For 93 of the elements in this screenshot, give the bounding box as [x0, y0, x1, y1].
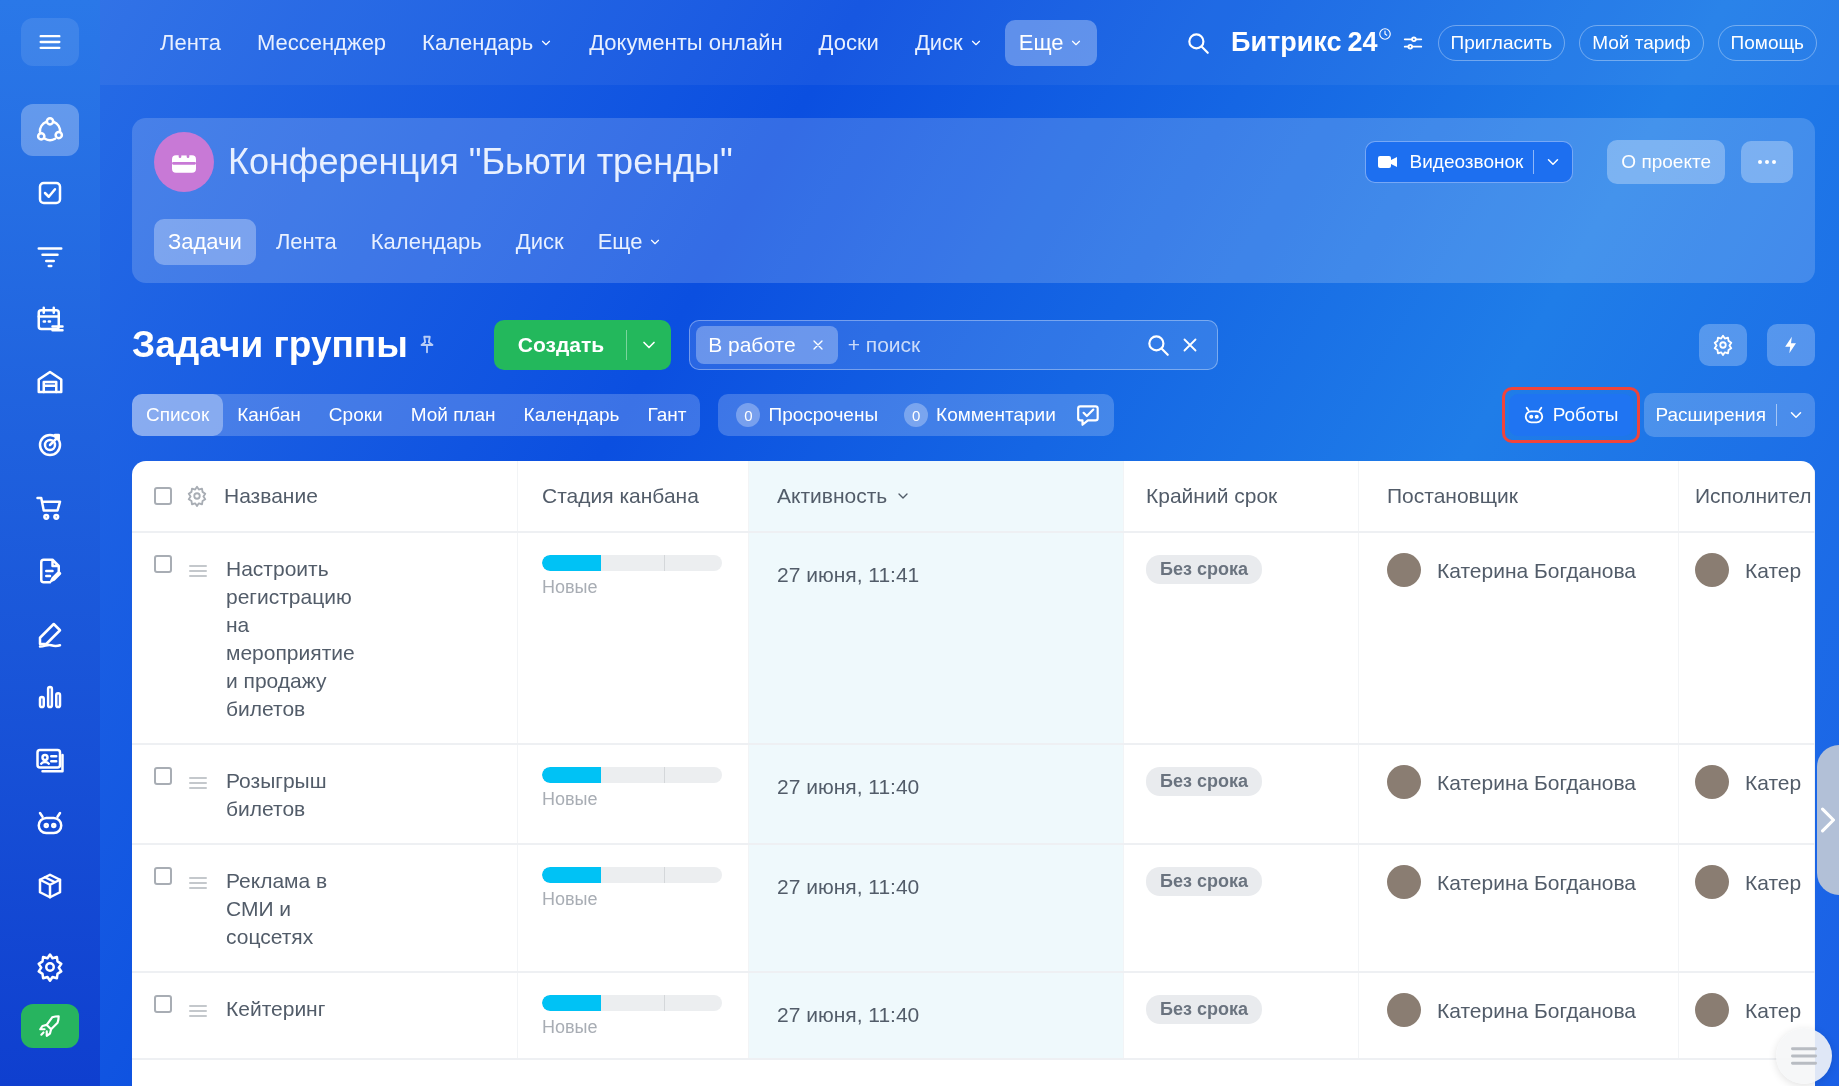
robot-icon — [1522, 404, 1545, 426]
filter-chip-label: В работе — [708, 333, 796, 357]
nav-item[interactable]: Лента — [146, 19, 235, 66]
calendar-icon — [35, 304, 65, 334]
avatar — [1387, 765, 1421, 799]
avatar — [1695, 865, 1729, 899]
clock-icon — [1377, 27, 1392, 41]
view-tab[interactable]: Гант — [633, 394, 701, 436]
creator-name[interactable]: Катерина Богданова — [1437, 771, 1637, 795]
assignee-name[interactable]: Катер — [1745, 871, 1802, 895]
column-header[interactable]: Постановщик — [1387, 484, 1518, 508]
activity-date: 27 июня, 11:40 — [777, 1003, 920, 1027]
avatar — [1387, 553, 1421, 587]
settings-icon — [35, 952, 65, 982]
avatar — [1695, 765, 1729, 799]
column-header[interactable]: Название — [224, 484, 318, 508]
task-title[interactable]: Настроить регистрацию на мероприятие и продажу билетов — [226, 555, 366, 723]
avatar — [1387, 993, 1421, 1027]
creator-name[interactable]: Катерина Богданова — [1437, 559, 1637, 583]
stage-label: Новые — [542, 1017, 598, 1038]
task-title[interactable]: Реклама в СМИ и соцсетях — [226, 867, 366, 951]
assignee-name[interactable]: Катер — [1745, 771, 1802, 795]
group-tab[interactable]: Диск — [501, 219, 578, 265]
deadline-badge: Без срока — [1146, 555, 1262, 584]
nav-item[interactable]: Еще — [1004, 19, 1098, 66]
row-checkbox[interactable] — [154, 995, 172, 1013]
counter-filter[interactable]: 0 Просрочены — [730, 403, 885, 427]
column-header[interactable]: Крайний срок — [1146, 484, 1278, 508]
video-call-button[interactable]: Видеозвонок — [1364, 141, 1574, 183]
column-header[interactable]: Стадия канбана — [542, 484, 699, 508]
view-tab[interactable]: Список — [132, 394, 224, 436]
robots-button[interactable]: Роботы — [1508, 394, 1633, 436]
column-header[interactable]: Активность — [777, 484, 888, 508]
select-all-checkbox[interactable] — [154, 487, 172, 505]
view-tab[interactable]: Мой план — [396, 394, 510, 436]
settings-icon — [1712, 334, 1734, 356]
group-tab[interactable]: Календарь — [356, 219, 496, 265]
assignee-name[interactable]: Катер — [1745, 999, 1802, 1023]
avatar — [1387, 865, 1421, 899]
nav-item[interactable]: Доски — [804, 19, 893, 66]
group-title: Конференция "Бьюти тренды" — [228, 141, 734, 183]
list-icon — [1791, 1046, 1817, 1066]
view-tab[interactable]: Канбан — [223, 394, 315, 436]
stage-label: Новые — [542, 577, 598, 598]
nav-item[interactable]: Календарь — [408, 19, 568, 66]
group-tab[interactable]: Еще — [583, 219, 677, 265]
menu-button[interactable] — [21, 18, 79, 66]
creator-name[interactable]: Катерина Богданова — [1437, 871, 1637, 895]
deadline-badge: Без срока — [1146, 867, 1262, 896]
column-header[interactable]: Исполнител — [1695, 484, 1812, 508]
group-tab[interactable]: Задачи — [154, 219, 256, 265]
row-checkbox[interactable] — [154, 867, 172, 885]
stage-label: Новые — [542, 789, 598, 810]
creator-name[interactable]: Катерина Богданова — [1437, 999, 1637, 1023]
task-title[interactable]: Кейтеринг — [226, 995, 366, 1023]
about-button[interactable]: О проекте — [1607, 140, 1725, 184]
search-field[interactable]: В работе + поиск — [689, 320, 1219, 370]
sidebar-item[interactable] — [21, 104, 79, 156]
scroll-right-button[interactable] — [1817, 745, 1839, 895]
activity-date: 27 июня, 11:41 — [777, 563, 920, 587]
nav-item[interactable]: Мессенджер — [242, 19, 401, 66]
counter-filter[interactable]: 0 Комментарии — [898, 403, 1062, 427]
search-icon — [1145, 332, 1172, 358]
assignee-name[interactable]: Катер — [1745, 559, 1802, 583]
task-title[interactable]: Розыгрыш билетов — [226, 767, 366, 823]
lightning-button[interactable] — [1767, 324, 1815, 366]
page-title: Задачи группы — [132, 324, 408, 366]
group-tab[interactable]: Лента — [261, 219, 351, 265]
row-checkbox[interactable] — [154, 555, 172, 573]
view-tab[interactable]: Сроки — [314, 394, 397, 436]
deadline-badge: Без срока — [1146, 995, 1262, 1024]
avatar — [1695, 993, 1729, 1027]
settings-button[interactable] — [1699, 324, 1747, 366]
avatar — [1695, 553, 1729, 587]
rocket-button[interactable] — [21, 1004, 79, 1048]
logo-text: Битрикс — [1230, 27, 1342, 58]
deadline-badge: Без срока — [1146, 767, 1262, 796]
filter-chip[interactable]: В работе — [696, 326, 838, 364]
create-button[interactable]: Создать — [493, 320, 672, 370]
logo-number: 24 — [1347, 27, 1378, 58]
more-icon — [1755, 159, 1779, 165]
chevron-right-icon — [1821, 806, 1835, 834]
extensions-button[interactable]: Расширения — [1643, 393, 1815, 437]
settings-icon — [186, 485, 208, 507]
activity-date: 27 июня, 11:40 — [777, 775, 920, 799]
row-checkbox[interactable] — [154, 767, 172, 785]
rocket-icon — [37, 1013, 63, 1039]
view-tab[interactable]: Календарь — [509, 394, 634, 436]
activity-date: 27 июня, 11:40 — [777, 875, 920, 899]
stage-label: Новые — [542, 889, 598, 910]
nav-item[interactable]: Диск — [900, 19, 997, 66]
chat-check-icon — [1075, 402, 1102, 428]
nav-item[interactable]: Документы онлайн — [575, 19, 797, 66]
